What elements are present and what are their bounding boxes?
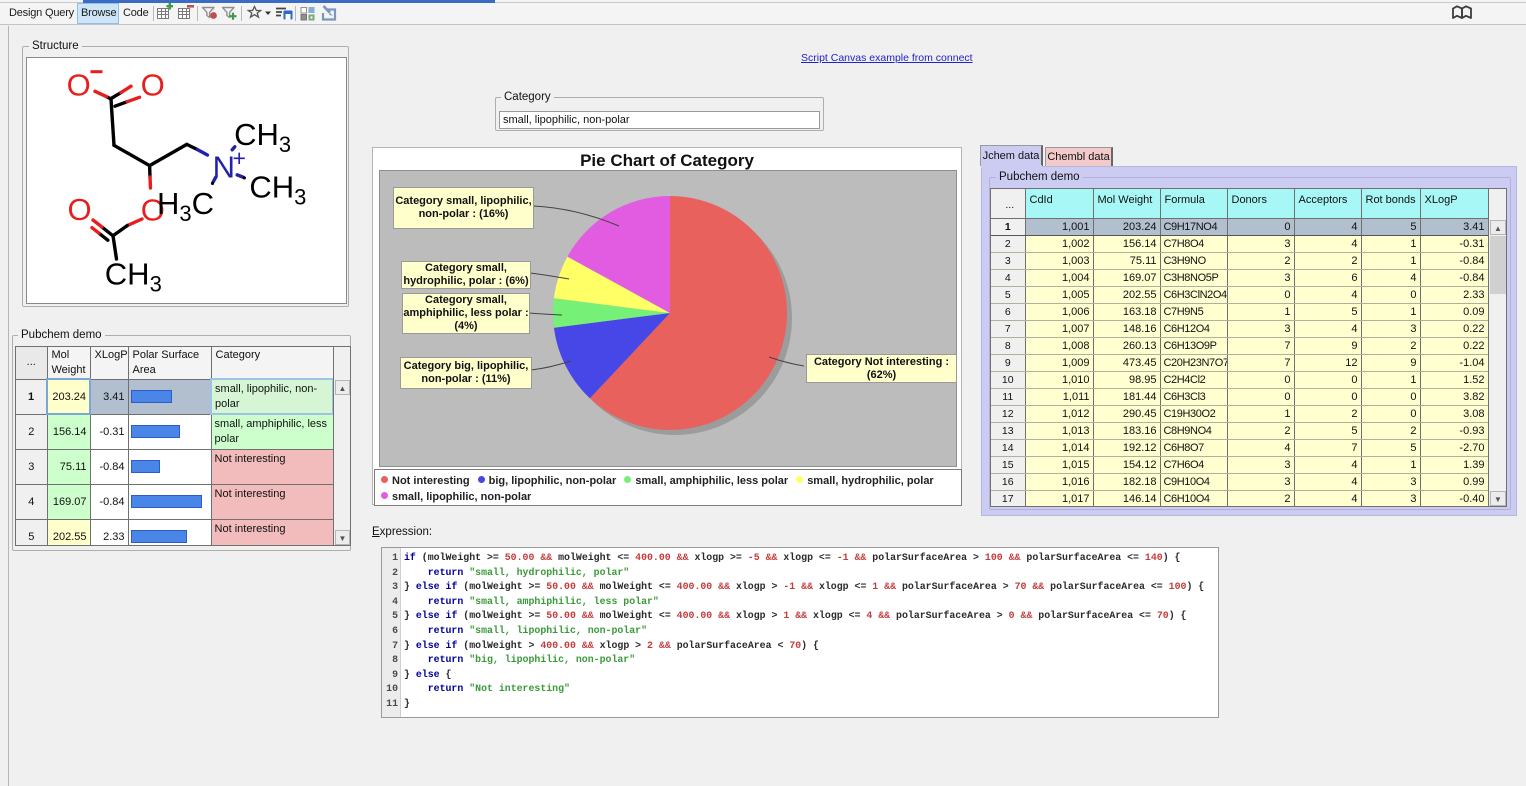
- svg-text:O: O: [141, 68, 165, 103]
- svg-text:O: O: [68, 192, 92, 227]
- svg-text:CH3: CH3: [105, 257, 162, 297]
- svg-text:CH3: CH3: [249, 170, 306, 210]
- svg-text:H3C: H3C: [157, 186, 214, 226]
- svg-text:O: O: [67, 68, 91, 103]
- svg-text:CH3: CH3: [234, 117, 291, 157]
